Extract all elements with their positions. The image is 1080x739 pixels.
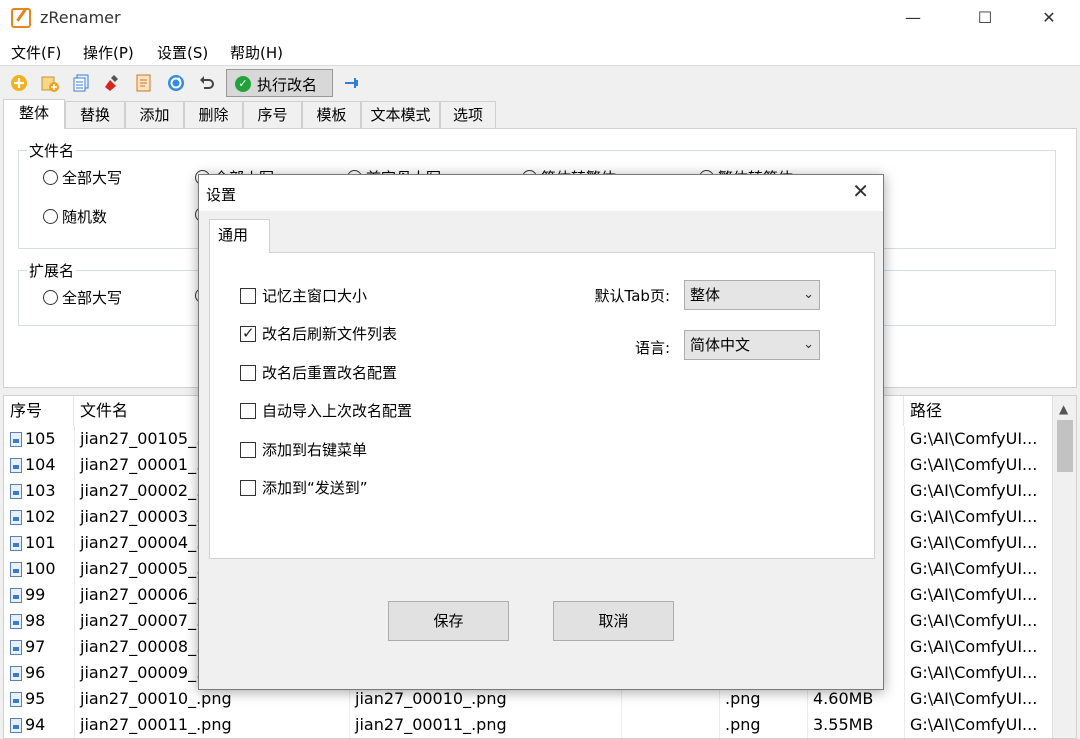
filename-group-title: 文件名 [27,140,77,161]
checkbox-refresh-after-rename[interactable]: 改名后刷新文件列表 [240,323,397,344]
close-icon[interactable]: ✕ [852,179,869,203]
menu-settings[interactable]: 设置(S) [157,42,208,63]
default-tab-select[interactable]: 整体 ⌄ [684,280,820,310]
image-file-icon [10,536,22,551]
tab-text-mode[interactable]: 文本模式 [361,101,440,129]
copy-icon[interactable] [72,74,90,92]
save-button[interactable]: 保存 [388,601,509,641]
tab-add[interactable]: 添加 [125,101,184,129]
title-bar: zRenamer — ☐ ✕ [0,0,1080,36]
checkbox-add-context-menu[interactable]: 添加到右键菜单 [240,439,367,460]
tab-options[interactable]: 选项 [440,101,496,129]
cancel-button[interactable]: 取消 [553,601,674,641]
settings-dialog: 设置 ✕ 通用 记忆主窗口大小 改名后刷新文件列表 改名后重置改名配置 自动导入… [198,174,884,690]
menu-operation[interactable]: 操作(P) [83,42,134,63]
radio-filename-uppercase[interactable]: 全部大写 [43,167,122,188]
language-select[interactable]: 简体中文 ⌄ [684,330,820,360]
pin-icon[interactable] [343,74,361,92]
add-folder-icon[interactable] [41,74,59,92]
table-row[interactable]: 94 jian27_00011_.png jian27_00011_.png .… [4,712,1054,738]
minimize-icon[interactable]: — [890,0,936,36]
image-file-icon [10,640,22,655]
log-icon[interactable] [135,74,153,92]
image-file-icon [10,718,22,733]
extension-group-title: 扩展名 [27,260,77,281]
scroll-thumb[interactable] [1057,420,1073,472]
tab-general[interactable]: 通用 [209,219,270,253]
radio-filename-random[interactable]: 随机数 [43,206,107,227]
menu-bar: 文件(F) 操作(P) 设置(S) 帮助(H) [0,36,1080,66]
general-panel: 记忆主窗口大小 改名后刷新文件列表 改名后重置改名配置 自动导入上次改名配置 添… [209,252,875,559]
menu-file[interactable]: 文件(F) [11,42,61,63]
radio-extension-uppercase[interactable]: 全部大写 [43,287,122,308]
language-label: 语言: [634,339,670,357]
checkbox-auto-import-last-config[interactable]: 自动导入上次改名配置 [240,400,412,421]
dialog-title: 设置 [206,186,237,204]
default-tab-label: 默认Tab页: [594,287,670,305]
image-file-icon [10,588,22,603]
execute-rename-button[interactable]: ✓ 执行改名 [226,69,333,97]
toolbar: ✓ 执行改名 [0,67,1080,99]
image-file-icon [10,692,22,707]
check-icon: ✓ [235,76,251,92]
pencil-note-icon [11,8,31,28]
scroll-up-icon[interactable]: ▲ [1059,402,1068,416]
chevron-down-icon: ⌄ [803,337,814,352]
close-icon[interactable]: ✕ [1026,0,1072,36]
execute-rename-label: 执行改名 [257,76,318,94]
image-file-icon [10,458,22,473]
undo-icon[interactable] [198,74,216,92]
clear-icon[interactable] [104,74,122,92]
app-title: zRenamer [40,8,121,27]
dialog-title-bar: 设置 ✕ [199,175,883,211]
image-file-icon [10,562,22,577]
column-path[interactable]: 路径 [904,396,1050,426]
tab-template[interactable]: 模板 [302,101,361,129]
tab-sequence[interactable]: 序号 [243,101,302,129]
image-file-icon [10,484,22,499]
add-file-icon[interactable] [10,74,28,92]
checkbox-reset-config-after-rename[interactable]: 改名后重置改名配置 [240,362,397,383]
menu-help[interactable]: 帮助(H) [230,42,283,63]
refresh-icon[interactable] [167,74,185,92]
column-index[interactable]: 序号 [4,396,74,426]
maximize-icon[interactable]: ☐ [962,0,1008,36]
vertical-scrollbar[interactable]: ▲ [1052,396,1076,738]
image-file-icon [10,432,22,447]
image-file-icon [10,666,22,681]
tab-delete[interactable]: 删除 [184,101,243,129]
image-file-icon [10,510,22,525]
tab-overall[interactable]: 整体 [3,99,65,129]
chevron-down-icon: ⌄ [803,287,814,302]
checkbox-remember-window-size[interactable]: 记忆主窗口大小 [240,285,367,306]
tab-replace[interactable]: 替换 [65,101,125,129]
checkbox-add-send-to[interactable]: 添加到“发送到” [240,477,368,498]
image-file-icon [10,614,22,629]
